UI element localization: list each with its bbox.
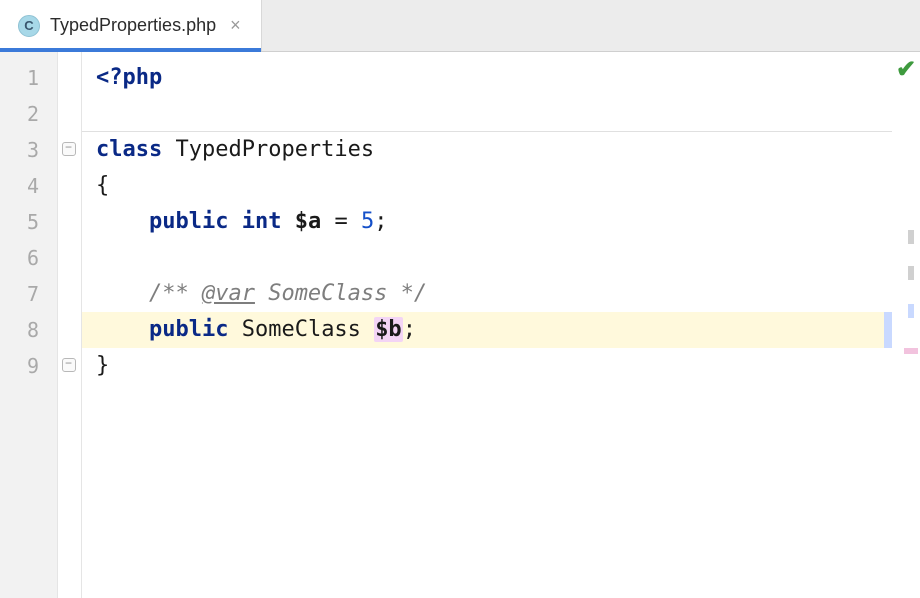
token-number: 5 — [361, 209, 374, 234]
code-editor[interactable]: 1 2 3 4 5 6 7 8 9 <?php class TypedPrope… — [0, 52, 920, 598]
code-area[interactable]: <?php class TypedProperties { public int… — [82, 52, 892, 598]
fold-gutter — [58, 52, 82, 598]
close-icon[interactable]: × — [226, 13, 245, 38]
fold-toggle-icon[interactable] — [62, 358, 76, 372]
line-marker-icon[interactable] — [908, 230, 914, 244]
code-line[interactable]: class TypedProperties — [82, 132, 892, 168]
line-number: 7 — [0, 276, 57, 312]
tab-bar: C TypedProperties.php × — [0, 0, 920, 52]
line-number: 1 — [0, 60, 57, 96]
class-file-icon: C — [18, 15, 40, 37]
line-number: 6 — [0, 240, 57, 276]
token-type: int — [242, 209, 282, 234]
token-comment: SomeClass */ — [255, 281, 427, 306]
code-line[interactable]: { — [82, 168, 892, 204]
line-number: 5 — [0, 204, 57, 240]
code-line[interactable]: public int $a = 5; — [82, 204, 892, 240]
code-line[interactable] — [82, 96, 892, 132]
line-marker-icon[interactable] — [904, 348, 918, 354]
inspection-stripe: ✔ — [892, 52, 920, 598]
line-number-gutter: 1 2 3 4 5 6 7 8 9 — [0, 52, 58, 598]
line-number: 2 — [0, 96, 57, 132]
token-type: SomeClass — [242, 317, 361, 342]
line-marker-icon[interactable] — [908, 266, 914, 280]
code-line[interactable]: } — [82, 348, 892, 384]
code-line-highlighted[interactable]: public SomeClass $b; — [82, 312, 892, 348]
token-doctag: @var — [202, 281, 255, 306]
token-variable: $a — [295, 209, 322, 234]
token-classname: TypedProperties — [175, 137, 374, 162]
token-brace: } — [96, 353, 109, 378]
token-modifier: public — [149, 209, 228, 234]
inspection-ok-icon[interactable]: ✔ — [892, 58, 920, 82]
change-marker-icon — [884, 312, 892, 348]
line-number: 4 — [0, 168, 57, 204]
line-marker-icon[interactable] — [908, 304, 914, 318]
code-line[interactable]: <?php — [82, 60, 892, 96]
token-comment: /** — [149, 281, 202, 306]
line-number: 9 — [0, 348, 57, 384]
code-line[interactable]: /** @var SomeClass */ — [82, 276, 892, 312]
code-line[interactable] — [82, 240, 892, 276]
token-modifier: public — [149, 317, 228, 342]
token-keyword: class — [96, 137, 162, 162]
token-brace: { — [96, 173, 109, 198]
token-variable-selected: $b — [374, 317, 403, 342]
tab-filename: TypedProperties.php — [50, 15, 216, 36]
line-number: 8 — [0, 312, 57, 348]
token-php-open: <?php — [96, 65, 162, 90]
fold-toggle-icon[interactable] — [62, 142, 76, 156]
line-number: 3 — [0, 132, 57, 168]
file-tab[interactable]: C TypedProperties.php × — [0, 0, 262, 51]
